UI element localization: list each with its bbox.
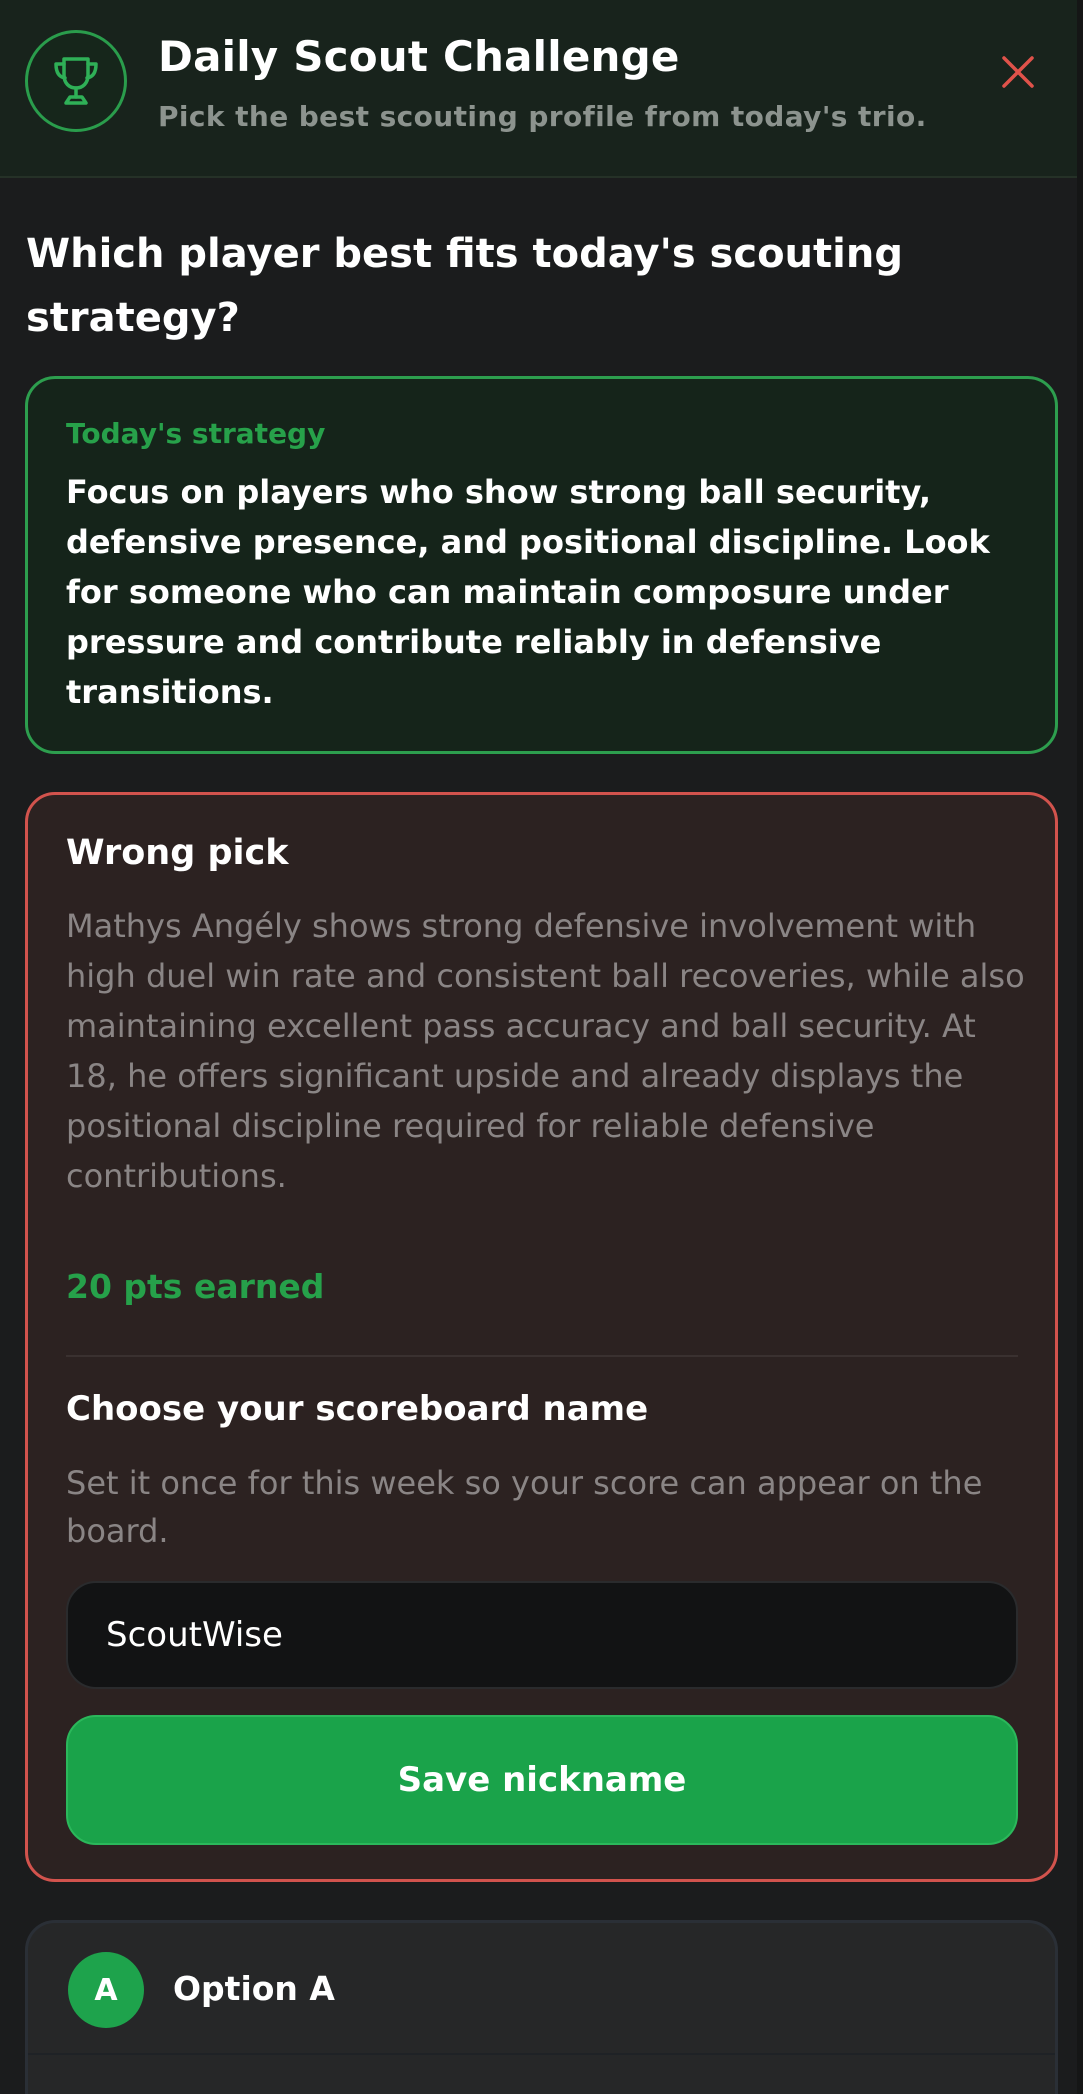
option-divider xyxy=(28,2053,1055,2055)
header-title: Daily Scout Challenge xyxy=(158,32,680,81)
scrollbar-track xyxy=(1077,0,1083,2094)
divider xyxy=(66,1355,1018,1357)
header-subtitle: Pick the best scouting profile from toda… xyxy=(158,100,927,133)
option-a-label: Option A xyxy=(173,1969,335,2008)
option-a-card[interactable]: A Option A xyxy=(25,1920,1058,2094)
save-nickname-button[interactable]: Save nickname xyxy=(66,1715,1018,1845)
close-button[interactable] xyxy=(990,44,1046,100)
header: Daily Scout Challenge Pick the best scou… xyxy=(0,0,1083,178)
page: Daily Scout Challenge Pick the best scou… xyxy=(0,0,1083,2094)
strategy-text: Focus on players who show strong ball se… xyxy=(66,473,990,711)
question-heading: Which player best fits today's scouting … xyxy=(26,231,903,341)
points-earned: 20 pts earned xyxy=(66,1267,325,1306)
result-title: Wrong pick xyxy=(66,833,289,873)
strategy-card: Today's strategy Focus on players who sh… xyxy=(25,376,1058,754)
nickname-input[interactable] xyxy=(66,1581,1018,1689)
scoreboard-description: Set it once for this week so your score … xyxy=(66,1464,983,1550)
strategy-label: Today's strategy xyxy=(66,417,326,450)
result-card: Wrong pick Mathys Angély shows strong de… xyxy=(25,792,1058,1882)
scoreboard-title: Choose your scoreboard name xyxy=(66,1389,649,1429)
option-a-badge: A xyxy=(68,1952,144,2028)
close-icon xyxy=(1002,56,1034,88)
result-explanation: Mathys Angély shows strong defensive inv… xyxy=(66,907,1025,1195)
trophy-badge xyxy=(25,30,127,132)
trophy-icon xyxy=(54,57,98,105)
